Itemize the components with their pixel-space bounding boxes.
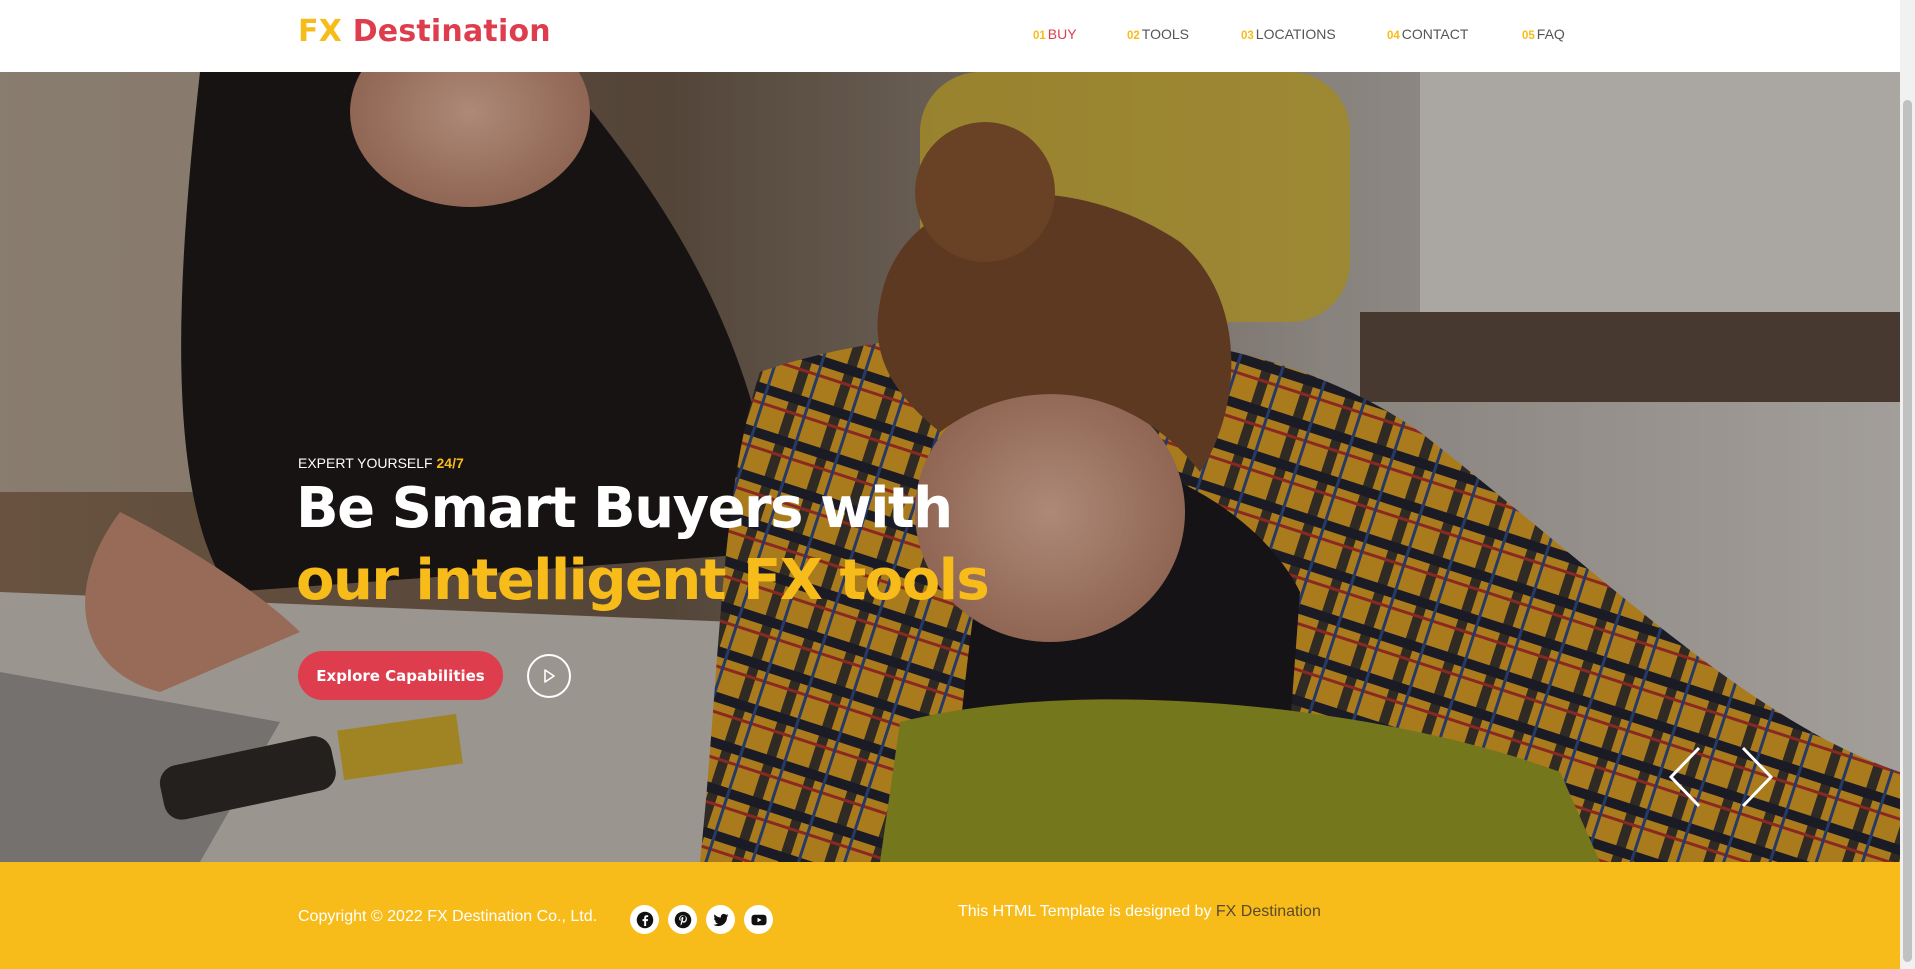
nav-item-label: BUY: [1047, 26, 1077, 42]
eyebrow-highlight: 24/7: [436, 455, 464, 471]
facebook-icon: [636, 911, 653, 928]
site-footer: Copyright © 2022 FX Destination Co., Ltd…: [0, 862, 1900, 969]
page-scrollbar[interactable]: [1900, 0, 1915, 969]
youtube-icon: [751, 914, 766, 925]
credit-link[interactable]: FX Destination: [1216, 903, 1321, 920]
copyright-text: Copyright © 2022 FX Destination Co., Ltd…: [298, 908, 598, 925]
scrollbar-thumb[interactable]: [1903, 100, 1912, 962]
chevron-right-icon: [1741, 746, 1774, 808]
brand-logo[interactable]: FX Destination: [298, 14, 551, 49]
nav-item-number: 02: [1127, 30, 1140, 42]
facebook-link[interactable]: [630, 905, 659, 934]
hero-eyebrow: EXPERT YOURSELF 24/7: [298, 455, 464, 471]
nav-item-number: 04: [1387, 30, 1400, 42]
explore-capabilities-button[interactable]: Explore Capabilities: [298, 651, 503, 700]
hero-overlay: [0, 72, 1900, 862]
site-header: FX Destination 01 BUY 02 TOOLS 03 LOCATIONS…: [0, 0, 1900, 72]
template-credit: This HTML Template is designed by FX Des…: [958, 903, 1321, 921]
twitter-link[interactable]: [706, 905, 735, 934]
chevron-left-icon: [1668, 746, 1701, 808]
brand-part-destination: Destination: [352, 14, 551, 49]
brand-part-fx: FX: [298, 14, 343, 49]
hero-headline-line2: our intelligent FX tools: [296, 548, 990, 613]
nav-item-number: 03: [1241, 30, 1254, 42]
nav-item-tools[interactable]: 02 TOOLS: [1127, 26, 1189, 42]
social-links: [630, 905, 773, 934]
nav-item-number: 01: [1033, 30, 1046, 42]
nav-item-label: LOCATIONS: [1255, 26, 1336, 42]
play-icon: [544, 669, 555, 683]
carousel-prev-button[interactable]: [1663, 744, 1713, 810]
nav-item-number: 05: [1522, 30, 1535, 42]
carousel-next-button[interactable]: [1733, 744, 1783, 810]
play-video-button[interactable]: [527, 654, 571, 698]
pinterest-icon: [674, 911, 691, 928]
nav-item-label: TOOLS: [1141, 26, 1189, 42]
twitter-icon: [713, 913, 728, 926]
youtube-link[interactable]: [744, 905, 773, 934]
nav-item-label: CONTACT: [1401, 26, 1469, 42]
pinterest-link[interactable]: [668, 905, 697, 934]
eyebrow-text: EXPERT YOURSELF: [298, 455, 433, 471]
nav-item-faq[interactable]: 05 FAQ: [1522, 26, 1565, 42]
nav-item-locations[interactable]: 03 LOCATIONS: [1241, 26, 1336, 42]
credit-text: This HTML Template is designed by: [958, 903, 1212, 920]
nav-item-buy[interactable]: 01 BUY: [1033, 26, 1077, 42]
hero-slider: EXPERT YOURSELF 24/7 Be Smart Buyers wit…: [0, 72, 1900, 862]
nav-item-label: FAQ: [1536, 26, 1565, 42]
hero-headline-line1: Be Smart Buyers with: [296, 476, 953, 541]
nav-item-contact[interactable]: 04 CONTACT: [1387, 26, 1468, 42]
